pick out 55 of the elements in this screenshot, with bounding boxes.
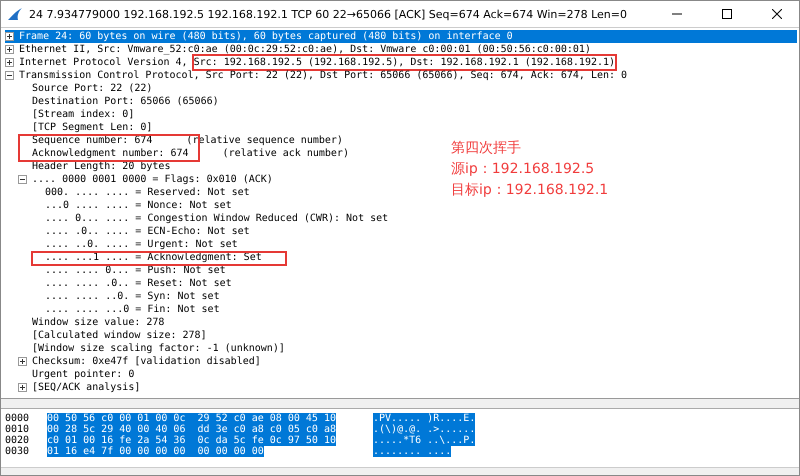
tree-item[interactable]: Checksum: 0xe47f [validation disabled]	[32, 355, 261, 368]
expand-icon[interactable]	[5, 58, 14, 67]
tree-item[interactable]: Destination Port: 65066 (65066)	[32, 95, 219, 108]
collapse-icon[interactable]	[18, 175, 27, 184]
tree-item[interactable]: .... 0000 0001 0000 = Flags: 0x010 (ACK)	[32, 173, 273, 186]
tree-item[interactable]: ...0 .... .... = Nonce: Not set	[45, 199, 232, 212]
tree-item[interactable]: Sequence number: 674	[32, 134, 152, 147]
tree-item[interactable]: Ethernet II, Src: Vmware_52:c0:ae (00:0c:29:52:c0:ae), Dst: Vmware_c0:00:01 (00:50:56:c0:00:01)	[19, 43, 591, 56]
tree-item[interactable]: 000. .... .... = Reserved: Not set	[45, 186, 250, 199]
hex-bytes[interactable]: 01 16 e4 7f 00 00 00 00 00 00 00 00	[47, 446, 264, 457]
tree-item[interactable]: .... .0.. .... = ECN-Echo: Not set	[45, 225, 250, 238]
annotation-text: 源ip：192.168.192.5	[451, 160, 596, 179]
expand-icon[interactable]	[18, 357, 27, 366]
tree-item[interactable]: Acknowledgment number: 674	[32, 147, 189, 160]
close-icon	[772, 9, 782, 19]
hex-bytes[interactable]: c0 01 00 16 fe 2a 54 36 0c da 5c fe 0c 97 50 10	[47, 435, 336, 446]
tree-item[interactable]: Header Length: 20 bytes	[32, 160, 170, 173]
maximize-icon	[722, 9, 732, 19]
tree-item[interactable]: Urgent pointer: 0	[32, 368, 134, 381]
collapse-icon[interactable]	[5, 71, 14, 80]
tree-item[interactable]: Source Port: 22 (22)	[32, 82, 152, 95]
tree-item[interactable]: .... ..0. .... = Urgent: Not set	[45, 238, 238, 251]
ascii-bytes[interactable]: .(\)@.@. .>......	[373, 424, 476, 435]
hex-offset: 0020	[5, 435, 30, 446]
window-title: 24 7.934779000 192.168.192.5 192.168.192.1 TCP 60 22→65066 [ACK] Seq=674 Ack=674 Win=278 Len=0	[29, 8, 628, 20]
tree-item[interactable]: Transmission Control Protocol, Src Port: 22 (22), Dst Port: 65066 (65066), Seq: 674, Ack: 674, Len: 0	[19, 69, 628, 82]
shark-fin-icon	[7, 7, 23, 21]
tree-item[interactable]: [TCP Segment Len: 0]	[32, 121, 152, 134]
tree-item[interactable]: .... .... .0.. = Reset: Not set	[45, 277, 232, 290]
tree-item[interactable]: [Stream index: 0]	[32, 108, 134, 121]
ascii-bytes[interactable]: .PV..... )R....E.	[373, 413, 476, 424]
hex-bytes[interactable]: 00 28 5c 29 40 00 40 06 dd 3e c0 a8 c0 05 c0 a8	[47, 424, 336, 435]
expand-icon[interactable]	[18, 383, 27, 392]
tree-item[interactable]: [Calculated window size: 278]	[32, 329, 207, 342]
tree-item[interactable]: [Window size scaling factor: -1 (unknown)]	[32, 342, 285, 355]
tree-item[interactable]: Internet Protocol Version 4,	[19, 56, 194, 69]
hex-bytes[interactable]: 00 50 56 c0 00 01 00 0c 29 52 c0 ae 08 00 45 10	[47, 413, 336, 424]
tree-item[interactable]: .... .... 0... = Push: Not set	[45, 264, 226, 277]
hex-offset: 0000	[5, 413, 30, 424]
ascii-bytes[interactable]: .....*T6 ..\...P.	[373, 435, 476, 446]
annotation-text: 第四次挥手	[451, 139, 522, 158]
tree-item[interactable]: Window size value: 278	[32, 316, 164, 329]
tree-item[interactable]: .... .... ..0. = Syn: Not set	[45, 290, 220, 303]
tree-item[interactable]: .... ...1 .... = Acknowledgment: Set	[45, 251, 262, 264]
tree-item[interactable]: .... 0... .... = Congestion Window Reduced (CWR): Not set	[45, 212, 388, 225]
ascii-bytes[interactable]: ........ ....	[373, 446, 452, 457]
tree-item-note: (relative ack number)	[222, 147, 349, 160]
hex-offset: 0010	[5, 424, 30, 435]
hex-offset: 0030	[5, 446, 30, 457]
expand-icon[interactable]	[5, 32, 14, 41]
highlighted-text: Src: 192.168.192.5 (192.168.192.5), Dst: 192.168.192.1 (192.168.192.1)	[194, 56, 616, 69]
tree-item[interactable]: .... .... ...0 = Fin: Not set	[45, 303, 220, 316]
annotation-text: 目标ip：192.168.192.1	[451, 181, 608, 200]
expand-icon[interactable]	[5, 45, 14, 54]
tree-item[interactable]: [SEQ/ACK analysis]	[32, 381, 140, 394]
